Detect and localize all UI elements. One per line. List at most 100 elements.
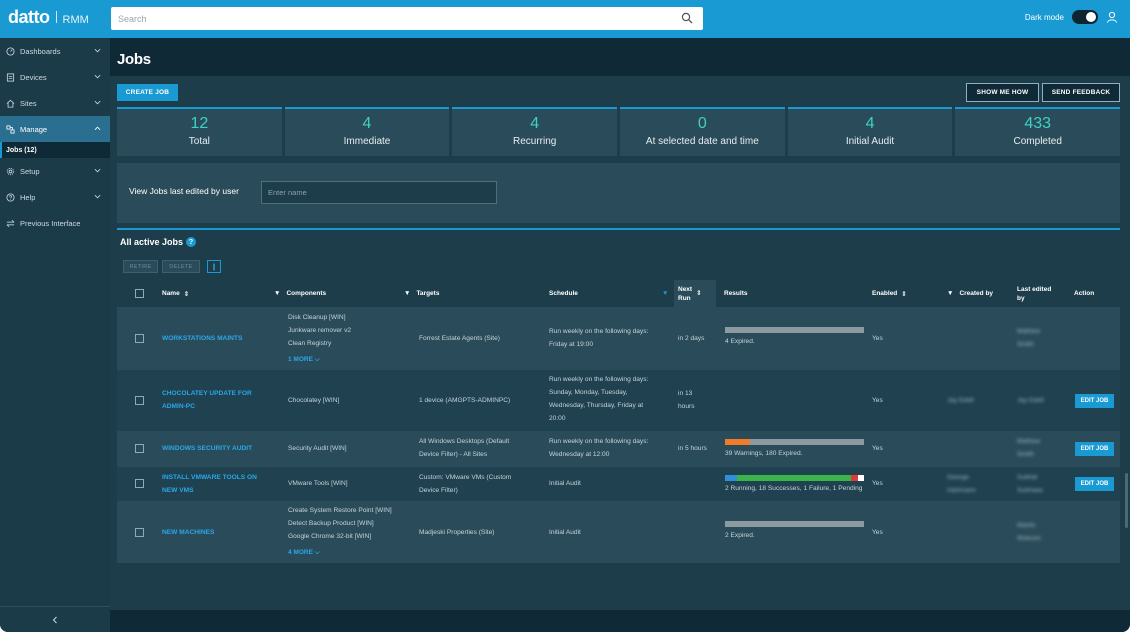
table-row[interactable]: WORKSTATIONS MAINTS Disk Cleanup [WIN] J…: [117, 307, 1120, 370]
job-name-link[interactable]: NEW MACHINES: [162, 526, 214, 539]
show-me-how-button[interactable]: SHOW ME HOW: [966, 83, 1039, 102]
filter-icon[interactable]: ▼: [404, 290, 410, 297]
columns-button[interactable]: [207, 260, 221, 273]
sort-icon[interactable]: ⇕: [184, 290, 189, 298]
job-name-line: INSTALL VMWARE TOOLS ON: [162, 474, 257, 481]
components-cell: Security Audit [WIN]: [288, 442, 347, 455]
search-icon[interactable]: [681, 12, 693, 24]
sidebar-subitem-jobs[interactable]: Jobs (12): [0, 142, 110, 158]
sidebar-item-sites[interactable]: Sites: [0, 90, 110, 116]
search-input[interactable]: [111, 7, 671, 30]
stat-initial-audit[interactable]: 4 Initial Audit: [787, 107, 953, 156]
schedule-filter-icon[interactable]: ▼: [662, 280, 668, 307]
results-bar[interactable]: [725, 521, 864, 527]
job-name-link[interactable]: INSTALL VMWARE TOOLS ON NEW VMS: [162, 471, 257, 497]
job-name-link[interactable]: CHOCOLATEY UPDATE FOR ADMIN-PC: [162, 387, 252, 413]
sidebar-collapse-button[interactable]: [0, 606, 110, 632]
last-edited-by-input[interactable]: [261, 181, 497, 204]
sidebar-item-devices[interactable]: Devices: [0, 64, 110, 90]
column-targets[interactable]: ▼ Targets: [404, 280, 439, 307]
column-results[interactable]: Results: [724, 280, 747, 307]
next-run-cell: in 2 days: [678, 332, 704, 345]
stat-recurring[interactable]: 4 Recurring: [452, 107, 618, 156]
column-label: Targets: [416, 290, 440, 297]
results-text: 4 Expired.: [725, 338, 755, 345]
sort-icon[interactable]: ⇕: [901, 290, 906, 298]
stat-scheduled[interactable]: 0 At selected date and time: [620, 107, 785, 156]
targets-cell: 1 device (AMGPTS-ADMINPC): [419, 394, 510, 407]
column-name[interactable]: Name ⇕: [162, 280, 189, 307]
sidebar-item-dashboards[interactable]: Dashboards: [0, 38, 110, 64]
select-all-checkbox[interactable]: [135, 289, 144, 298]
sidebar-item-setup[interactable]: Setup: [0, 158, 110, 184]
created-by-line: Jay Edell: [947, 397, 974, 404]
more-label: 1 MORE: [288, 356, 313, 363]
edit-job-button[interactable]: EDIT JOB: [1075, 394, 1114, 408]
sidebar-item-label: Help: [20, 192, 36, 202]
column-schedule[interactable]: Schedule: [549, 280, 578, 307]
screenshot-frame: datto RMM Dark mode Dashboards: [0, 0, 1132, 634]
table-row[interactable]: CHOCOLATEY UPDATE FOR ADMIN-PC Chocolate…: [117, 370, 1120, 431]
more-components-link[interactable]: 1 MORE ⌵: [288, 353, 351, 366]
product-name: RMM: [62, 14, 89, 26]
job-name-link[interactable]: WORKSTATIONS MAINTS: [162, 332, 242, 345]
row-checkbox[interactable]: [135, 479, 144, 488]
column-created-by[interactable]: ▼ Created by: [947, 280, 993, 307]
more-vertical-icon: [213, 263, 215, 270]
sort-icon[interactable]: ⇕: [696, 289, 701, 298]
targets-cell: Madjeski Properties (Site): [419, 526, 495, 539]
results-bar[interactable]: [725, 327, 864, 333]
help-icon[interactable]: ?: [186, 237, 197, 247]
edit-job-button[interactable]: EDIT JOB: [1075, 442, 1114, 456]
created-by-line: George: [947, 474, 969, 481]
filter-icon[interactable]: ▼: [947, 290, 953, 297]
row-checkbox[interactable]: [135, 444, 144, 453]
column-next-run[interactable]: Next Run ⇕: [674, 280, 716, 307]
top-bar: datto RMM Dark mode: [0, 0, 1130, 38]
chevron-down-icon: [94, 74, 101, 79]
more-components-link[interactable]: 4 MORE ⌵: [288, 546, 392, 559]
row-checkbox[interactable]: [135, 396, 144, 405]
enabled-value: Yes: [872, 335, 883, 342]
logo[interactable]: datto RMM: [8, 7, 89, 28]
sidebar-item-help[interactable]: Help: [0, 184, 110, 210]
results-bar[interactable]: [725, 475, 864, 481]
sidebar-item-label: Devices: [20, 72, 47, 82]
app-window: datto RMM Dark mode Dashboards: [0, 0, 1130, 632]
row-checkbox[interactable]: [135, 528, 144, 537]
retire-button[interactable]: RETIRE: [123, 260, 158, 273]
table-row[interactable]: INSTALL VMWARE TOOLS ON NEW VMS VMware T…: [117, 467, 1120, 501]
page-title: Jobs: [117, 51, 151, 68]
create-job-button[interactable]: CREATE JOB: [117, 84, 178, 101]
results-bar[interactable]: [725, 439, 864, 445]
component-item: Disk Cleanup [WIN]: [288, 314, 346, 321]
column-enabled[interactable]: Enabled ⇕: [872, 280, 907, 307]
stat-value: 4: [530, 115, 540, 132]
job-name-line: NEW MACHINES: [162, 529, 215, 536]
job-name-link[interactable]: WINDOWS SECURITY AUDIT: [162, 442, 252, 455]
jobs-heading-text: All active Jobs: [120, 237, 184, 247]
sidebar-item-previous-interface[interactable]: Previous Interface: [0, 210, 110, 236]
page-scrollbar[interactable]: [1125, 473, 1128, 528]
row-checkbox[interactable]: [135, 334, 144, 343]
send-feedback-button[interactable]: SEND FEEDBACK: [1042, 83, 1120, 102]
dark-mode-toggle[interactable]: [1072, 10, 1098, 24]
last-edited-by-line: Smith: [1017, 451, 1034, 458]
components-cell: Disk Cleanup [WIN] Junkware remover v2 C…: [288, 311, 351, 366]
dark-mode-label: Dark mode: [1024, 12, 1064, 22]
user-icon[interactable]: [1106, 11, 1118, 23]
stat-value: 4: [362, 115, 372, 132]
stat-total[interactable]: 12 Total: [117, 107, 282, 156]
column-last-edited-by[interactable]: Last edited by: [1017, 280, 1051, 307]
stat-completed[interactable]: 433 Completed: [955, 107, 1121, 156]
next-run-value: in 5 hours: [678, 445, 707, 452]
edit-job-button[interactable]: EDIT JOB: [1075, 477, 1114, 491]
stat-immediate[interactable]: 4 Immediate: [284, 107, 450, 156]
delete-button[interactable]: DELETE: [162, 260, 200, 273]
column-components[interactable]: ▼ Components: [274, 280, 326, 307]
search-box: [111, 7, 703, 30]
sidebar-item-manage[interactable]: Manage: [0, 116, 110, 142]
table-row[interactable]: NEW MACHINES Create System Restore Point…: [117, 501, 1120, 563]
filter-icon[interactable]: ▼: [274, 290, 280, 297]
table-row[interactable]: WINDOWS SECURITY AUDIT Security Audit [W…: [117, 431, 1120, 467]
